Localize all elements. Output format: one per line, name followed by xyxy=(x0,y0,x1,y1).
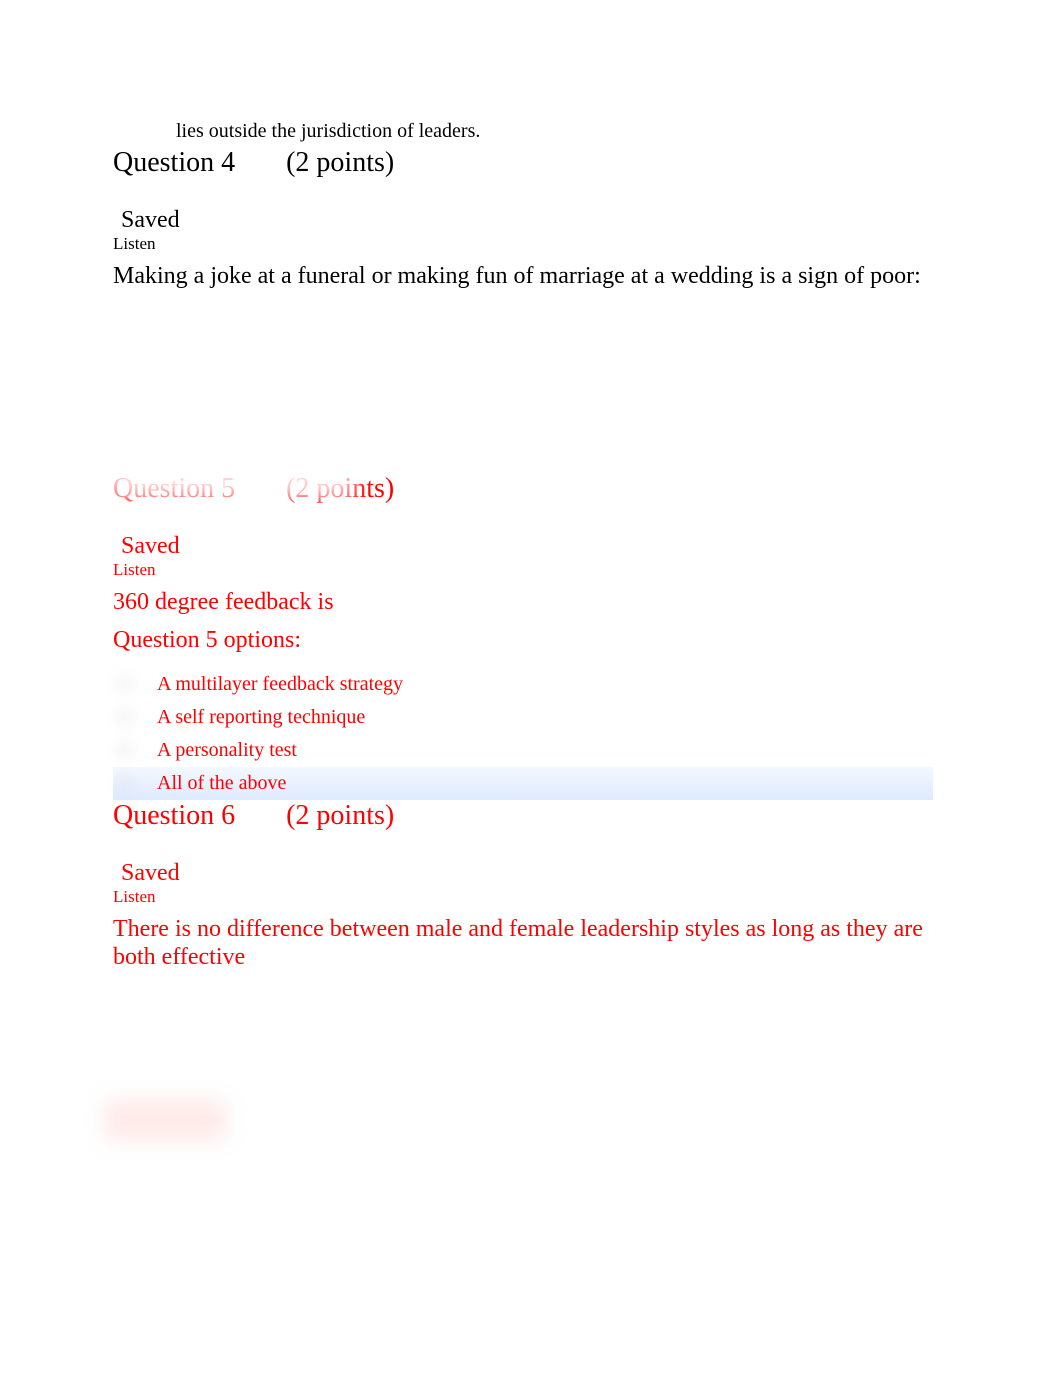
question-4-header: Question 4 (2 points) xyxy=(113,147,932,179)
question-4-text: Making a joke at a funeral or making fun… xyxy=(113,262,932,291)
radio-icon[interactable] xyxy=(115,707,135,727)
question-5-listen-link[interactable]: Listen xyxy=(113,560,932,580)
question-6-text: There is no difference between male and … xyxy=(113,915,932,973)
blurred-region xyxy=(105,1100,225,1140)
option-row[interactable]: A personality test xyxy=(113,734,933,767)
question-4-saved-status: Saved xyxy=(121,207,932,234)
option-row[interactable]: A self reporting technique xyxy=(113,701,933,734)
option-text: A personality test xyxy=(157,739,297,762)
radio-icon[interactable] xyxy=(115,773,135,793)
question-5-saved-status: Saved xyxy=(121,533,932,560)
blurred-region xyxy=(105,460,355,500)
question-4-block: Question 4 (2 points) Saved Listen Makin… xyxy=(113,147,932,291)
option-text: All of the above xyxy=(157,772,286,795)
radio-icon[interactable] xyxy=(115,740,135,760)
radio-icon[interactable] xyxy=(115,674,135,694)
option-row-selected[interactable]: All of the above xyxy=(113,767,933,800)
question-5-text: 360 degree feedback is xyxy=(113,588,932,617)
prev-option-fragment: lies outside the jurisdiction of leaders… xyxy=(176,120,932,143)
question-6-saved-status: Saved xyxy=(121,860,932,887)
question-6-header: Question 6 (2 points) xyxy=(113,800,932,832)
question-6-block: Question 6 (2 points) Saved Listen There… xyxy=(113,800,932,973)
question-5-block: Question 5 (2 points) Saved Listen 360 d… xyxy=(113,473,932,800)
question-4-listen-link[interactable]: Listen xyxy=(113,234,932,254)
question-4-number: Question 4 xyxy=(113,147,235,179)
question-6-points: (2 points) xyxy=(286,800,394,832)
option-text: A self reporting technique xyxy=(157,706,365,729)
question-5-options: A multilayer feedback strategy A self re… xyxy=(113,668,933,800)
option-row[interactable]: A multilayer feedback strategy xyxy=(113,668,933,701)
question-4-points: (2 points) xyxy=(286,147,394,179)
question-5-options-label: Question 5 options: xyxy=(113,627,932,654)
question-6-listen-link[interactable]: Listen xyxy=(113,887,932,907)
option-text: A multilayer feedback strategy xyxy=(157,673,403,696)
question-6-number: Question 6 xyxy=(113,800,235,832)
